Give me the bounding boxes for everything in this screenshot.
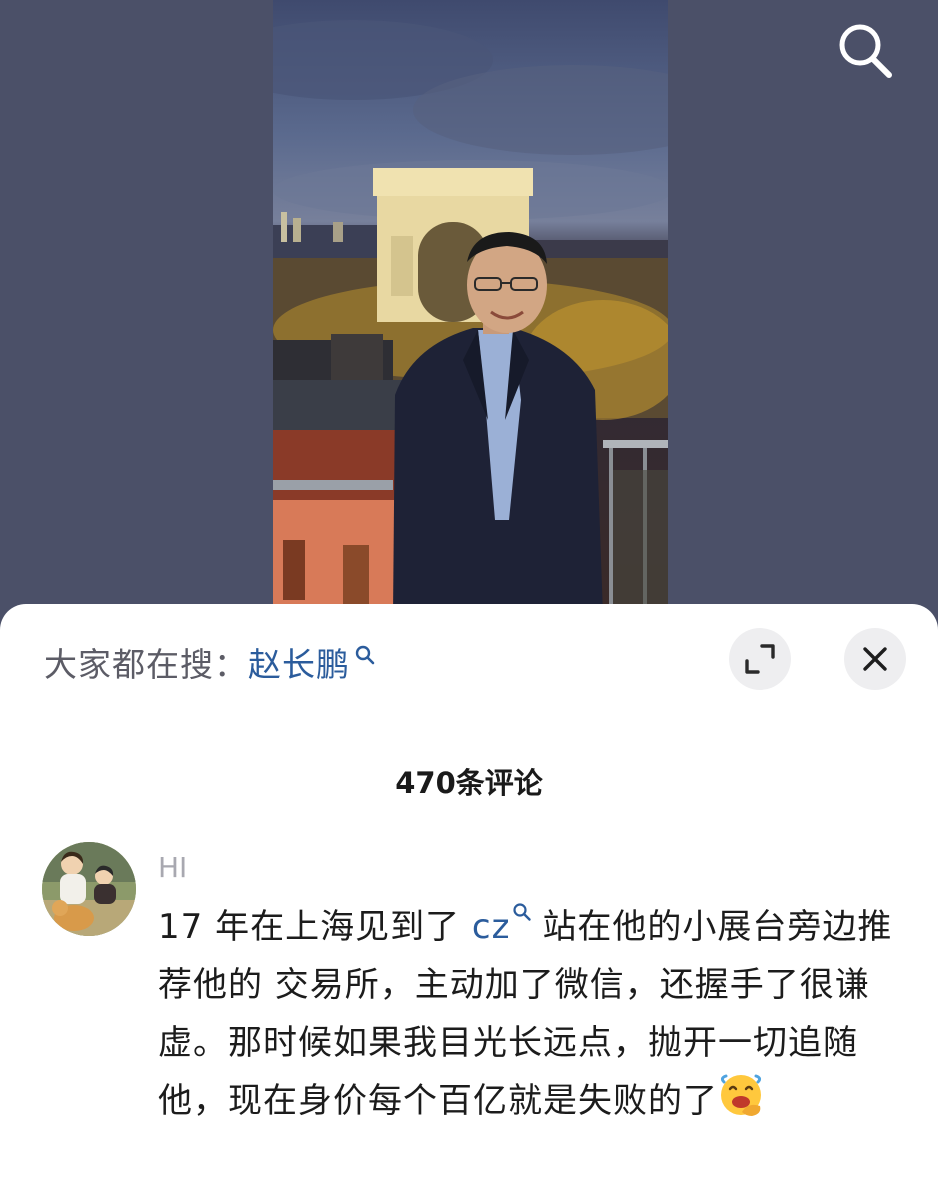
comment-search-link[interactable]: cz: [472, 907, 511, 947]
comment-sheet: 大家都在搜： 赵长鹏 470条评论 HI 17 年在上海见到了 cz 站在他的小…: [0, 604, 938, 1200]
search-icon: [355, 645, 375, 665]
search-button[interactable]: [832, 18, 896, 82]
comment-count-title: 470条评论: [395, 766, 543, 800]
search-icon: [513, 903, 532, 921]
expand-button[interactable]: [729, 628, 791, 690]
comment-text: 17 年在上海见到了 cz 站在他的小展台旁边推荐他的 交易所，主动加了微信，还握…: [158, 898, 908, 1130]
video-player[interactable]: [0, 0, 938, 630]
avatar[interactable]: [42, 842, 136, 936]
expand-icon: [745, 644, 775, 674]
trending-search-bar[interactable]: 大家都在搜： 赵长鹏: [44, 640, 376, 684]
video-thumbnail-image: [273, 20, 668, 615]
close-icon: [863, 647, 887, 671]
avatar-image: [42, 842, 136, 936]
face-with-hand-over-mouth-emoji: [720, 1074, 762, 1116]
search-icon: [839, 24, 892, 78]
close-button[interactable]: [844, 628, 906, 690]
trending-search-term[interactable]: 赵长鹏: [248, 638, 350, 686]
video-frame[interactable]: [273, 0, 668, 615]
comment-text-part: 17 年在上海见到了: [158, 907, 472, 947]
trending-label: 大家都在搜：: [44, 645, 248, 684]
comment-username[interactable]: HI: [158, 851, 187, 884]
